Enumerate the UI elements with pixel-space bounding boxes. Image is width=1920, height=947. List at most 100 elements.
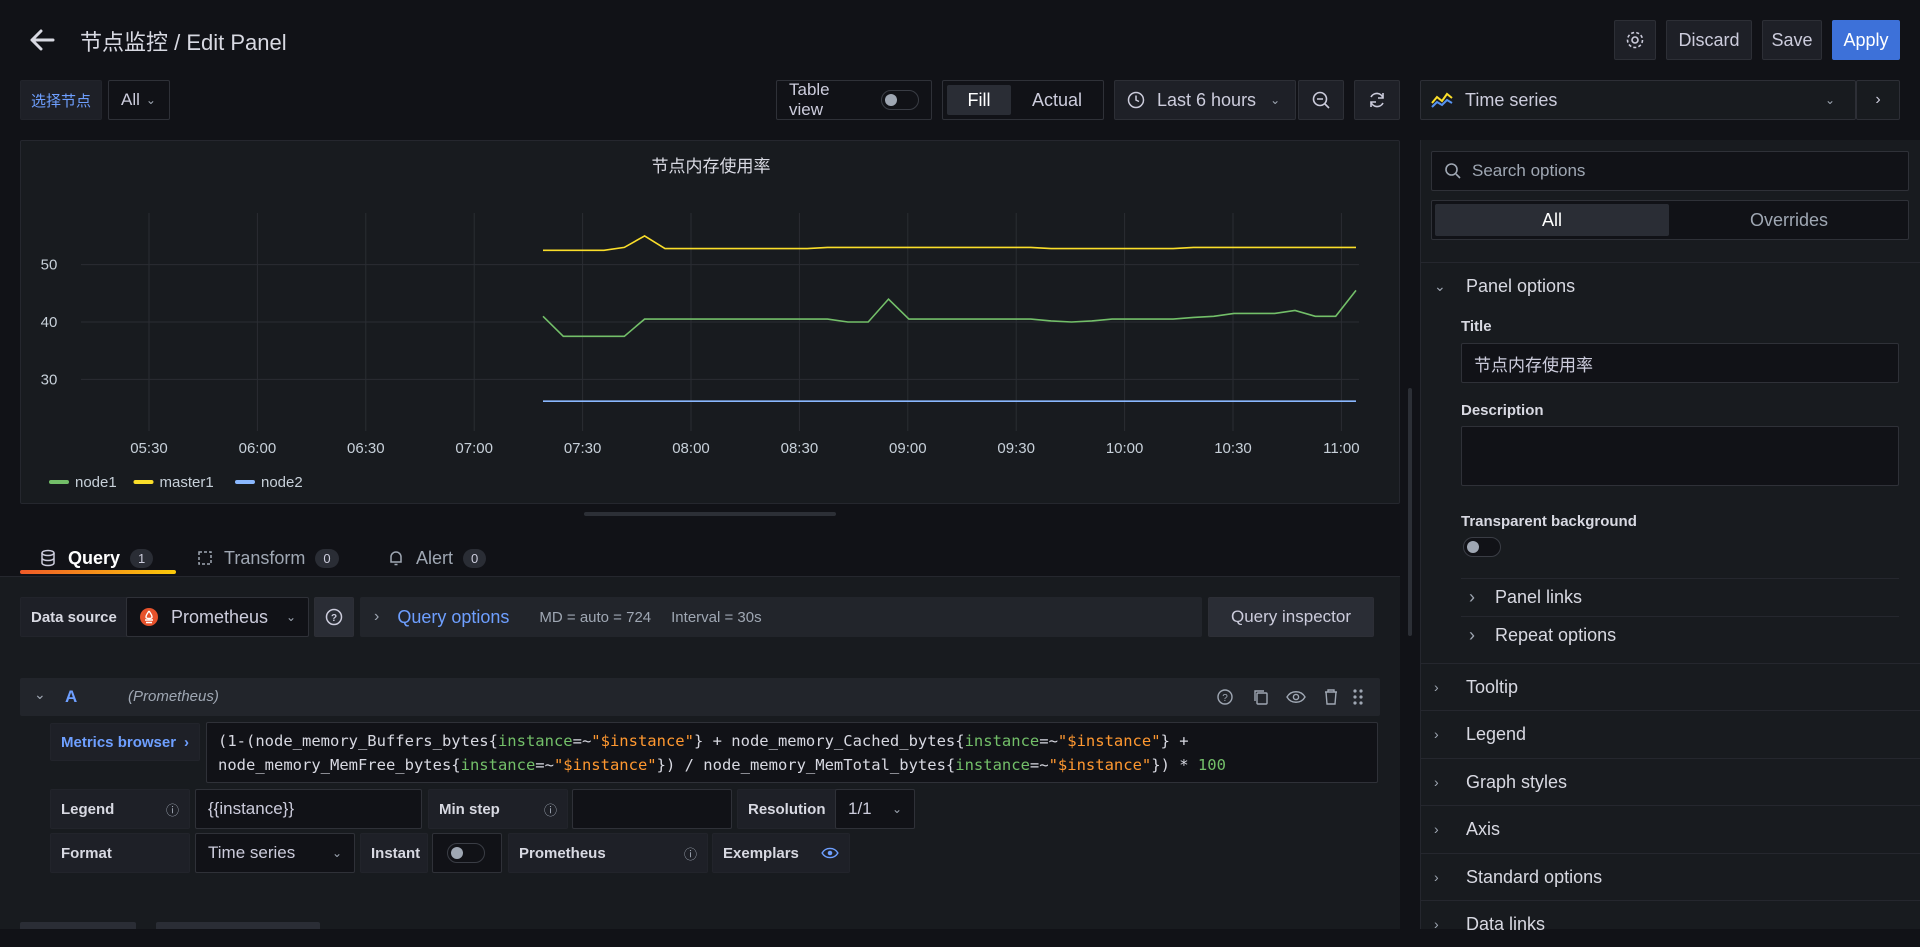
back-arrow-icon[interactable] xyxy=(24,24,60,56)
description-textarea[interactable] xyxy=(1461,426,1899,486)
chevron-right-icon: › xyxy=(1434,774,1439,790)
tab-active-indicator xyxy=(20,570,176,574)
legend-label-node2: node2 xyxy=(261,474,303,491)
eye-icon[interactable] xyxy=(1285,686,1307,708)
tab-transform[interactable]: Transform 0 xyxy=(196,540,339,576)
resolution-label: Resolution xyxy=(737,789,837,829)
svg-text:?: ? xyxy=(331,613,337,624)
resolution-select[interactable]: 1/1 ⌄ xyxy=(835,789,915,829)
format-select[interactable]: Time series ⌄ xyxy=(195,833,355,873)
drag-handle-icon[interactable] xyxy=(1347,686,1369,708)
min-step-input[interactable] xyxy=(572,789,732,829)
query-ref-id[interactable]: A xyxy=(65,687,77,707)
x-tick-label: 09:00 xyxy=(889,440,927,457)
trash-icon[interactable] xyxy=(1320,686,1342,708)
series-line-master1 xyxy=(543,234,1356,252)
interval-text: Interval = 30s xyxy=(671,608,762,626)
section-panel-options[interactable]: ⌄ Panel options xyxy=(1420,262,1920,309)
query-inspector-button[interactable]: Query inspector xyxy=(1208,597,1374,637)
chevron-down-icon: ⌄ xyxy=(1270,93,1281,107)
query-options-bar[interactable]: › Query options MD = auto = 724 Interval… xyxy=(360,597,1202,637)
discard-button[interactable]: Discard xyxy=(1666,20,1752,60)
section-data-links[interactable]: › Data links xyxy=(1420,900,1920,947)
clock-icon xyxy=(1127,91,1145,109)
table-view-toggle[interactable] xyxy=(881,90,919,110)
legend-input[interactable]: {{instance}} xyxy=(195,789,422,829)
search-options-input[interactable]: Search options xyxy=(1431,151,1909,191)
x-tick-label: 10:30 xyxy=(1214,440,1252,457)
section-repeat-options[interactable]: › Repeat options xyxy=(1461,616,1899,654)
prometheus-icon xyxy=(140,608,158,626)
eye-icon[interactable] xyxy=(821,846,839,860)
metrics-browser-label: Metrics browser xyxy=(61,733,177,751)
variable-value: All xyxy=(121,90,140,109)
section-legend[interactable]: › Legend xyxy=(1420,710,1920,757)
panel-title-input[interactable]: 节点内存使用率 xyxy=(1461,343,1899,383)
chevron-right-icon: › xyxy=(1434,916,1439,932)
gear-icon xyxy=(1626,31,1644,49)
fill-button[interactable]: Fill xyxy=(947,85,1011,115)
x-tick-label: 07:00 xyxy=(455,440,493,457)
duplicate-query-icon[interactable] xyxy=(1250,686,1272,708)
info-icon: ⓘ xyxy=(165,802,179,818)
time-series-icon xyxy=(1431,92,1453,108)
format-label: Format xyxy=(50,833,190,873)
tab-overrides[interactable]: Overrides xyxy=(1672,204,1906,236)
save-button[interactable]: Save xyxy=(1762,20,1822,60)
settings-button[interactable] xyxy=(1614,20,1656,60)
chart-plot[interactable]: 05:30 06:00 06:30 07:00 07:30 08:00 08:30 09:00… xyxy=(21,141,1399,503)
query-help-icon[interactable]: ? xyxy=(1214,686,1236,708)
instant-toggle[interactable] xyxy=(447,843,485,863)
info-icon: ⓘ xyxy=(543,802,557,818)
apply-button[interactable]: Apply xyxy=(1832,20,1900,60)
instant-label: Instant xyxy=(360,833,428,873)
fill-actual-group: Fill Actual xyxy=(942,80,1104,120)
section-standard-options[interactable]: › Standard options xyxy=(1420,853,1920,900)
transparent-bg-toggle[interactable] xyxy=(1463,537,1501,557)
tab-all[interactable]: All xyxy=(1435,204,1669,236)
refresh-button[interactable] xyxy=(1354,80,1400,120)
section-graph-styles[interactable]: › Graph styles xyxy=(1420,758,1920,805)
datasource-select[interactable]: Prometheus ⌄ xyxy=(126,597,309,637)
visualization-picker[interactable]: Time series ⌄ xyxy=(1420,80,1856,120)
zoom-out-button[interactable] xyxy=(1298,80,1344,120)
question-circle-icon: ? xyxy=(325,608,343,626)
datasource-help-button[interactable]: ? xyxy=(314,597,354,637)
add-query-button-stub[interactable] xyxy=(20,922,136,929)
section-tooltip[interactable]: › Tooltip xyxy=(1420,663,1920,710)
expr-line-1: (1-(node_memory_Buffers_bytes{instance=~… xyxy=(218,732,1189,750)
chevron-right-icon: › xyxy=(1434,679,1439,695)
query-expression-editor[interactable]: (1-(node_memory_Buffers_bytes{instance=~… xyxy=(206,722,1378,783)
table-view-label: Table view xyxy=(789,80,830,119)
x-tick-label: 11:00 xyxy=(1323,440,1359,457)
legend-label: Legend ⓘ xyxy=(50,789,190,829)
prometheus-type-label: Prometheus ⓘ xyxy=(508,833,708,873)
expression-button-stub[interactable] xyxy=(156,922,320,929)
actual-button[interactable]: Actual xyxy=(1015,85,1099,115)
time-range-picker[interactable]: Last 6 hours ⌄ xyxy=(1114,80,1296,120)
section-panel-links[interactable]: › Panel links xyxy=(1461,578,1899,616)
chevron-right-icon: › xyxy=(1434,821,1439,837)
y-tick-label: 30 xyxy=(41,371,58,388)
chevron-right-icon: › xyxy=(1875,91,1881,108)
series-line-node1 xyxy=(542,289,1357,338)
options-tabs: All Overrides xyxy=(1431,200,1909,240)
metrics-browser-button[interactable]: Metrics browser › xyxy=(50,723,201,761)
chevron-right-icon: › xyxy=(184,733,190,751)
x-tick-label: 05:30 xyxy=(130,440,168,457)
legend-label-node1: node1 xyxy=(75,474,117,491)
section-axis[interactable]: › Axis xyxy=(1420,805,1920,852)
collapse-query-icon[interactable]: ⌄ xyxy=(34,686,46,703)
editor-scrollbar[interactable] xyxy=(1408,388,1412,636)
tab-alert-count: 0 xyxy=(463,548,487,568)
variable-label: 选择节点 xyxy=(20,80,103,120)
collapse-options-button[interactable]: › xyxy=(1856,80,1900,120)
tab-transform-count: 0 xyxy=(315,548,339,568)
variable-select[interactable]: All ⌄ xyxy=(108,80,170,120)
database-icon xyxy=(41,549,55,567)
description-label: Description xyxy=(1461,402,1544,419)
x-tick-label: 07:30 xyxy=(564,440,602,457)
panel-resize-handle[interactable] xyxy=(584,512,836,516)
tab-alert[interactable]: Alert 0 xyxy=(388,540,487,576)
chevron-right-icon: › xyxy=(374,608,380,625)
